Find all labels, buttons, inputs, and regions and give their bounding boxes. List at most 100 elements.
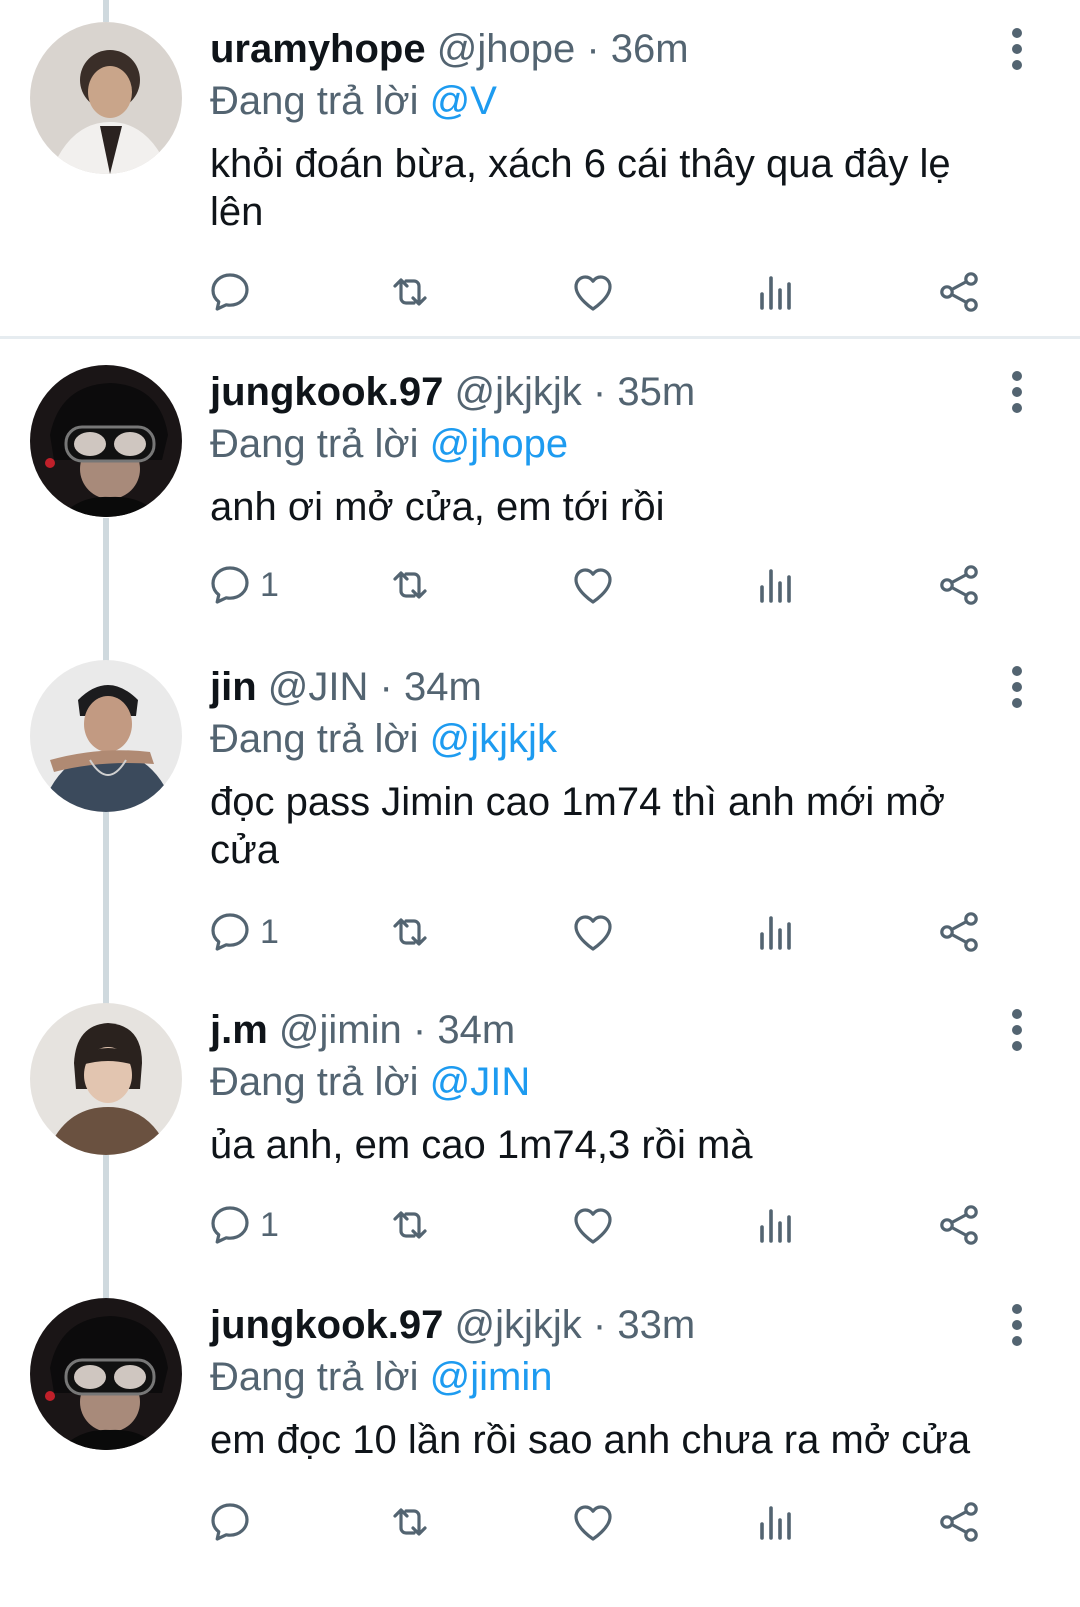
display-name[interactable]: uramyhope <box>210 27 426 71</box>
reply-count: 1 <box>260 565 279 604</box>
reply-icon <box>211 1503 249 1541</box>
reply-prefix: Đang trả lời <box>210 717 419 761</box>
heart-icon <box>574 1208 612 1244</box>
tweet-text: ủa anh, em cao 1m74,3 rồi mà <box>210 1123 753 1167</box>
reply-icon <box>211 913 249 951</box>
like-button[interactable] <box>569 1195 617 1255</box>
reply-button[interactable] <box>206 262 260 322</box>
action-bar <box>0 1492 1080 1552</box>
mention-link[interactable]: @V <box>430 79 497 123</box>
views-icon <box>760 1209 791 1243</box>
share-button[interactable] <box>935 555 983 615</box>
tweet-divider <box>0 336 1080 339</box>
more-vertical-icon[interactable] <box>1002 371 1032 413</box>
views-button[interactable] <box>752 902 800 962</box>
retweet-button[interactable] <box>386 1195 434 1255</box>
timestamp: · 35m <box>592 370 696 414</box>
share-button[interactable] <box>935 1195 983 1255</box>
handle[interactable]: @jkjkjk <box>455 370 582 414</box>
more-vertical-icon[interactable] <box>1002 1009 1032 1051</box>
more-vertical-icon[interactable] <box>1002 28 1032 70</box>
reply-icon <box>211 273 249 311</box>
heart-icon <box>574 568 612 604</box>
share-button[interactable] <box>935 902 983 962</box>
more-vertical-icon[interactable] <box>1002 1304 1032 1346</box>
timestamp: · 33m <box>592 1303 696 1347</box>
replying-to: Đang trả lời @jimin <box>210 1354 553 1400</box>
retweet-button[interactable] <box>386 1492 434 1552</box>
tweet-meta: jin @JIN · 34m <box>210 664 482 710</box>
tweet-text: khỏi đoán bừa, xách 6 cái thây qua đây l… <box>210 142 951 234</box>
reply-button[interactable]: 1 <box>206 902 279 962</box>
tweet-text: em đọc 10 lần rồi sao anh chưa ra mở cửa <box>210 1418 971 1462</box>
handle[interactable]: @jhope <box>437 27 575 71</box>
action-bar: 1 <box>0 902 1080 962</box>
mention-link[interactable]: @jkjkjk <box>430 717 557 761</box>
like-button[interactable] <box>569 1492 617 1552</box>
like-button[interactable] <box>569 902 617 962</box>
handle[interactable]: @JIN <box>268 665 369 709</box>
views-icon <box>760 916 791 950</box>
retweet-button[interactable] <box>386 555 434 615</box>
retweet-button[interactable] <box>386 262 434 322</box>
views-button[interactable] <box>752 262 800 322</box>
tweet-meta: jungkook.97 @jkjkjk · 35m <box>210 369 695 415</box>
reply-count: 1 <box>260 1205 279 1244</box>
heart-icon <box>574 915 612 951</box>
timestamp: · 34m <box>379 665 482 709</box>
thread-line-top <box>103 0 109 22</box>
retweet-icon <box>393 1508 427 1536</box>
retweet-button[interactable] <box>386 902 434 962</box>
display-name[interactable]: j.m <box>210 1008 268 1052</box>
replying-to: Đang trả lời @jhope <box>210 421 568 467</box>
action-bar: 1 <box>0 1195 1080 1255</box>
avatar[interactable] <box>30 660 182 812</box>
tweet-text: đọc pass Jimin cao 1m74 thì anh mới mở c… <box>210 780 945 872</box>
reply-prefix: Đang trả lời <box>210 422 419 466</box>
tweet-text: anh ơi mở cửa, em tới rồi <box>210 485 665 529</box>
retweet-icon <box>393 571 427 599</box>
reply-icon <box>211 1206 249 1244</box>
share-icon <box>940 1502 978 1542</box>
retweet-icon <box>393 278 427 306</box>
mention-link[interactable]: @jimin <box>430 1355 553 1399</box>
reply-prefix: Đang trả lời <box>210 1060 419 1104</box>
avatar[interactable] <box>30 1298 182 1450</box>
more-vertical-icon[interactable] <box>1002 666 1032 708</box>
timestamp: · 36m <box>586 27 689 71</box>
display-name[interactable]: jin <box>210 665 257 709</box>
reply-button[interactable] <box>206 1492 260 1552</box>
avatar[interactable] <box>30 1003 182 1155</box>
reply-button[interactable]: 1 <box>206 1195 279 1255</box>
handle[interactable]: @jkjkjk <box>455 1303 582 1347</box>
handle[interactable]: @jimin <box>279 1008 402 1052</box>
share-button[interactable] <box>935 1492 983 1552</box>
mention-link[interactable]: @JIN <box>430 1060 531 1104</box>
replying-to: Đang trả lời @JIN <box>210 1059 530 1105</box>
reply-prefix: Đang trả lời <box>210 1355 419 1399</box>
reply-icon <box>211 566 249 604</box>
tweet-meta: uramyhope @jhope · 36m <box>210 26 689 72</box>
action-bar: 1 <box>0 555 1080 615</box>
display-name[interactable]: jungkook.97 <box>210 370 443 414</box>
avatar[interactable] <box>30 22 182 174</box>
display-name[interactable]: jungkook.97 <box>210 1303 443 1347</box>
tweet-meta: jungkook.97 @jkjkjk · 33m <box>210 1302 695 1348</box>
share-button[interactable] <box>935 262 983 322</box>
share-icon <box>940 1205 978 1245</box>
mention-link[interactable]: @jhope <box>430 422 568 466</box>
action-bar <box>0 262 1080 322</box>
retweet-icon <box>393 1211 427 1239</box>
reply-button[interactable]: 1 <box>206 555 279 615</box>
like-button[interactable] <box>569 262 617 322</box>
like-button[interactable] <box>569 555 617 615</box>
views-button[interactable] <box>752 555 800 615</box>
views-button[interactable] <box>752 1195 800 1255</box>
views-icon <box>760 276 791 310</box>
views-icon <box>760 1506 791 1540</box>
retweet-icon <box>393 918 427 946</box>
replying-to: Đang trả lời @V <box>210 78 497 124</box>
timestamp: · 34m <box>412 1008 516 1052</box>
views-button[interactable] <box>752 1492 800 1552</box>
avatar[interactable] <box>30 365 182 517</box>
